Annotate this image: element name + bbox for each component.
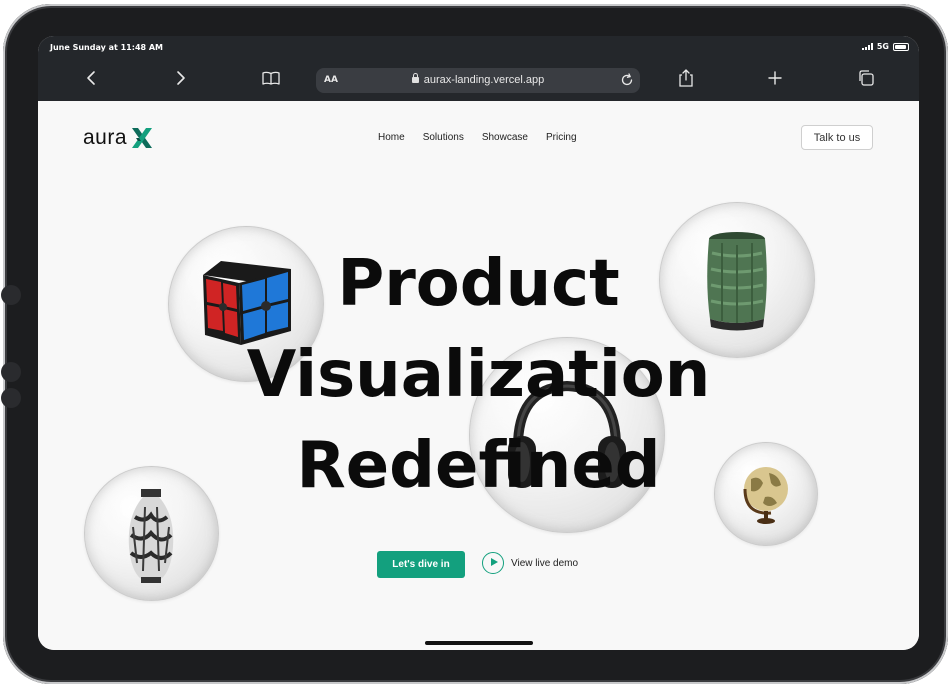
headline-line: Product (337, 247, 620, 321)
tabs-icon[interactable] (854, 66, 878, 90)
logo-x-icon (132, 128, 153, 148)
screen: June Sunday at 11:48 AM 5G AA aurax-land… (38, 36, 919, 650)
nav-home[interactable]: Home (378, 132, 405, 143)
headline-line: Visualization (246, 338, 711, 412)
side-button (1, 362, 21, 382)
signal-icon (861, 43, 873, 50)
address-bar[interactable]: AA aurax-landing.vercel.app (316, 68, 640, 93)
status-right: 5G (861, 42, 909, 51)
hero-headline: Product Visualization Redefined (38, 239, 919, 512)
play-icon (482, 552, 504, 574)
home-indicator[interactable] (425, 641, 533, 645)
demo-label: View live demo (511, 557, 579, 569)
status-bar: June Sunday at 11:48 AM 5G (38, 36, 919, 58)
lets-dive-in-button[interactable]: Let's dive in (377, 551, 465, 578)
view-live-demo-link[interactable]: View live demo (482, 552, 578, 574)
forward-icon[interactable] (169, 66, 193, 90)
headline-line: Redefined (296, 429, 661, 503)
side-button (1, 388, 21, 408)
talk-to-us-button[interactable]: Talk to us (801, 125, 873, 150)
url-text: aurax-landing.vercel.app (423, 74, 545, 86)
side-button (1, 285, 21, 305)
main-nav: Home Solutions Showcase Pricing (378, 132, 577, 143)
reload-icon[interactable] (619, 72, 635, 88)
status-time: June Sunday at 11:48 AM (50, 43, 164, 52)
new-tab-icon[interactable] (763, 66, 787, 90)
bookmarks-icon[interactable] (259, 66, 283, 90)
nav-pricing[interactable]: Pricing (546, 132, 577, 143)
site-logo[interactable]: aura (83, 126, 154, 150)
logo-text: aura (83, 126, 128, 149)
web-page: aura Home Solutions Showcase Pricing Tal… (38, 101, 919, 650)
nav-showcase[interactable]: Showcase (482, 132, 528, 143)
lock-icon (411, 73, 419, 83)
battery-icon (893, 42, 909, 51)
back-icon[interactable] (79, 66, 103, 90)
share-icon[interactable] (674, 66, 698, 90)
browser-toolbar: AA aurax-landing.vercel.app (38, 58, 919, 101)
nav-solutions[interactable]: Solutions (423, 132, 464, 143)
network-label: 5G (876, 42, 889, 51)
